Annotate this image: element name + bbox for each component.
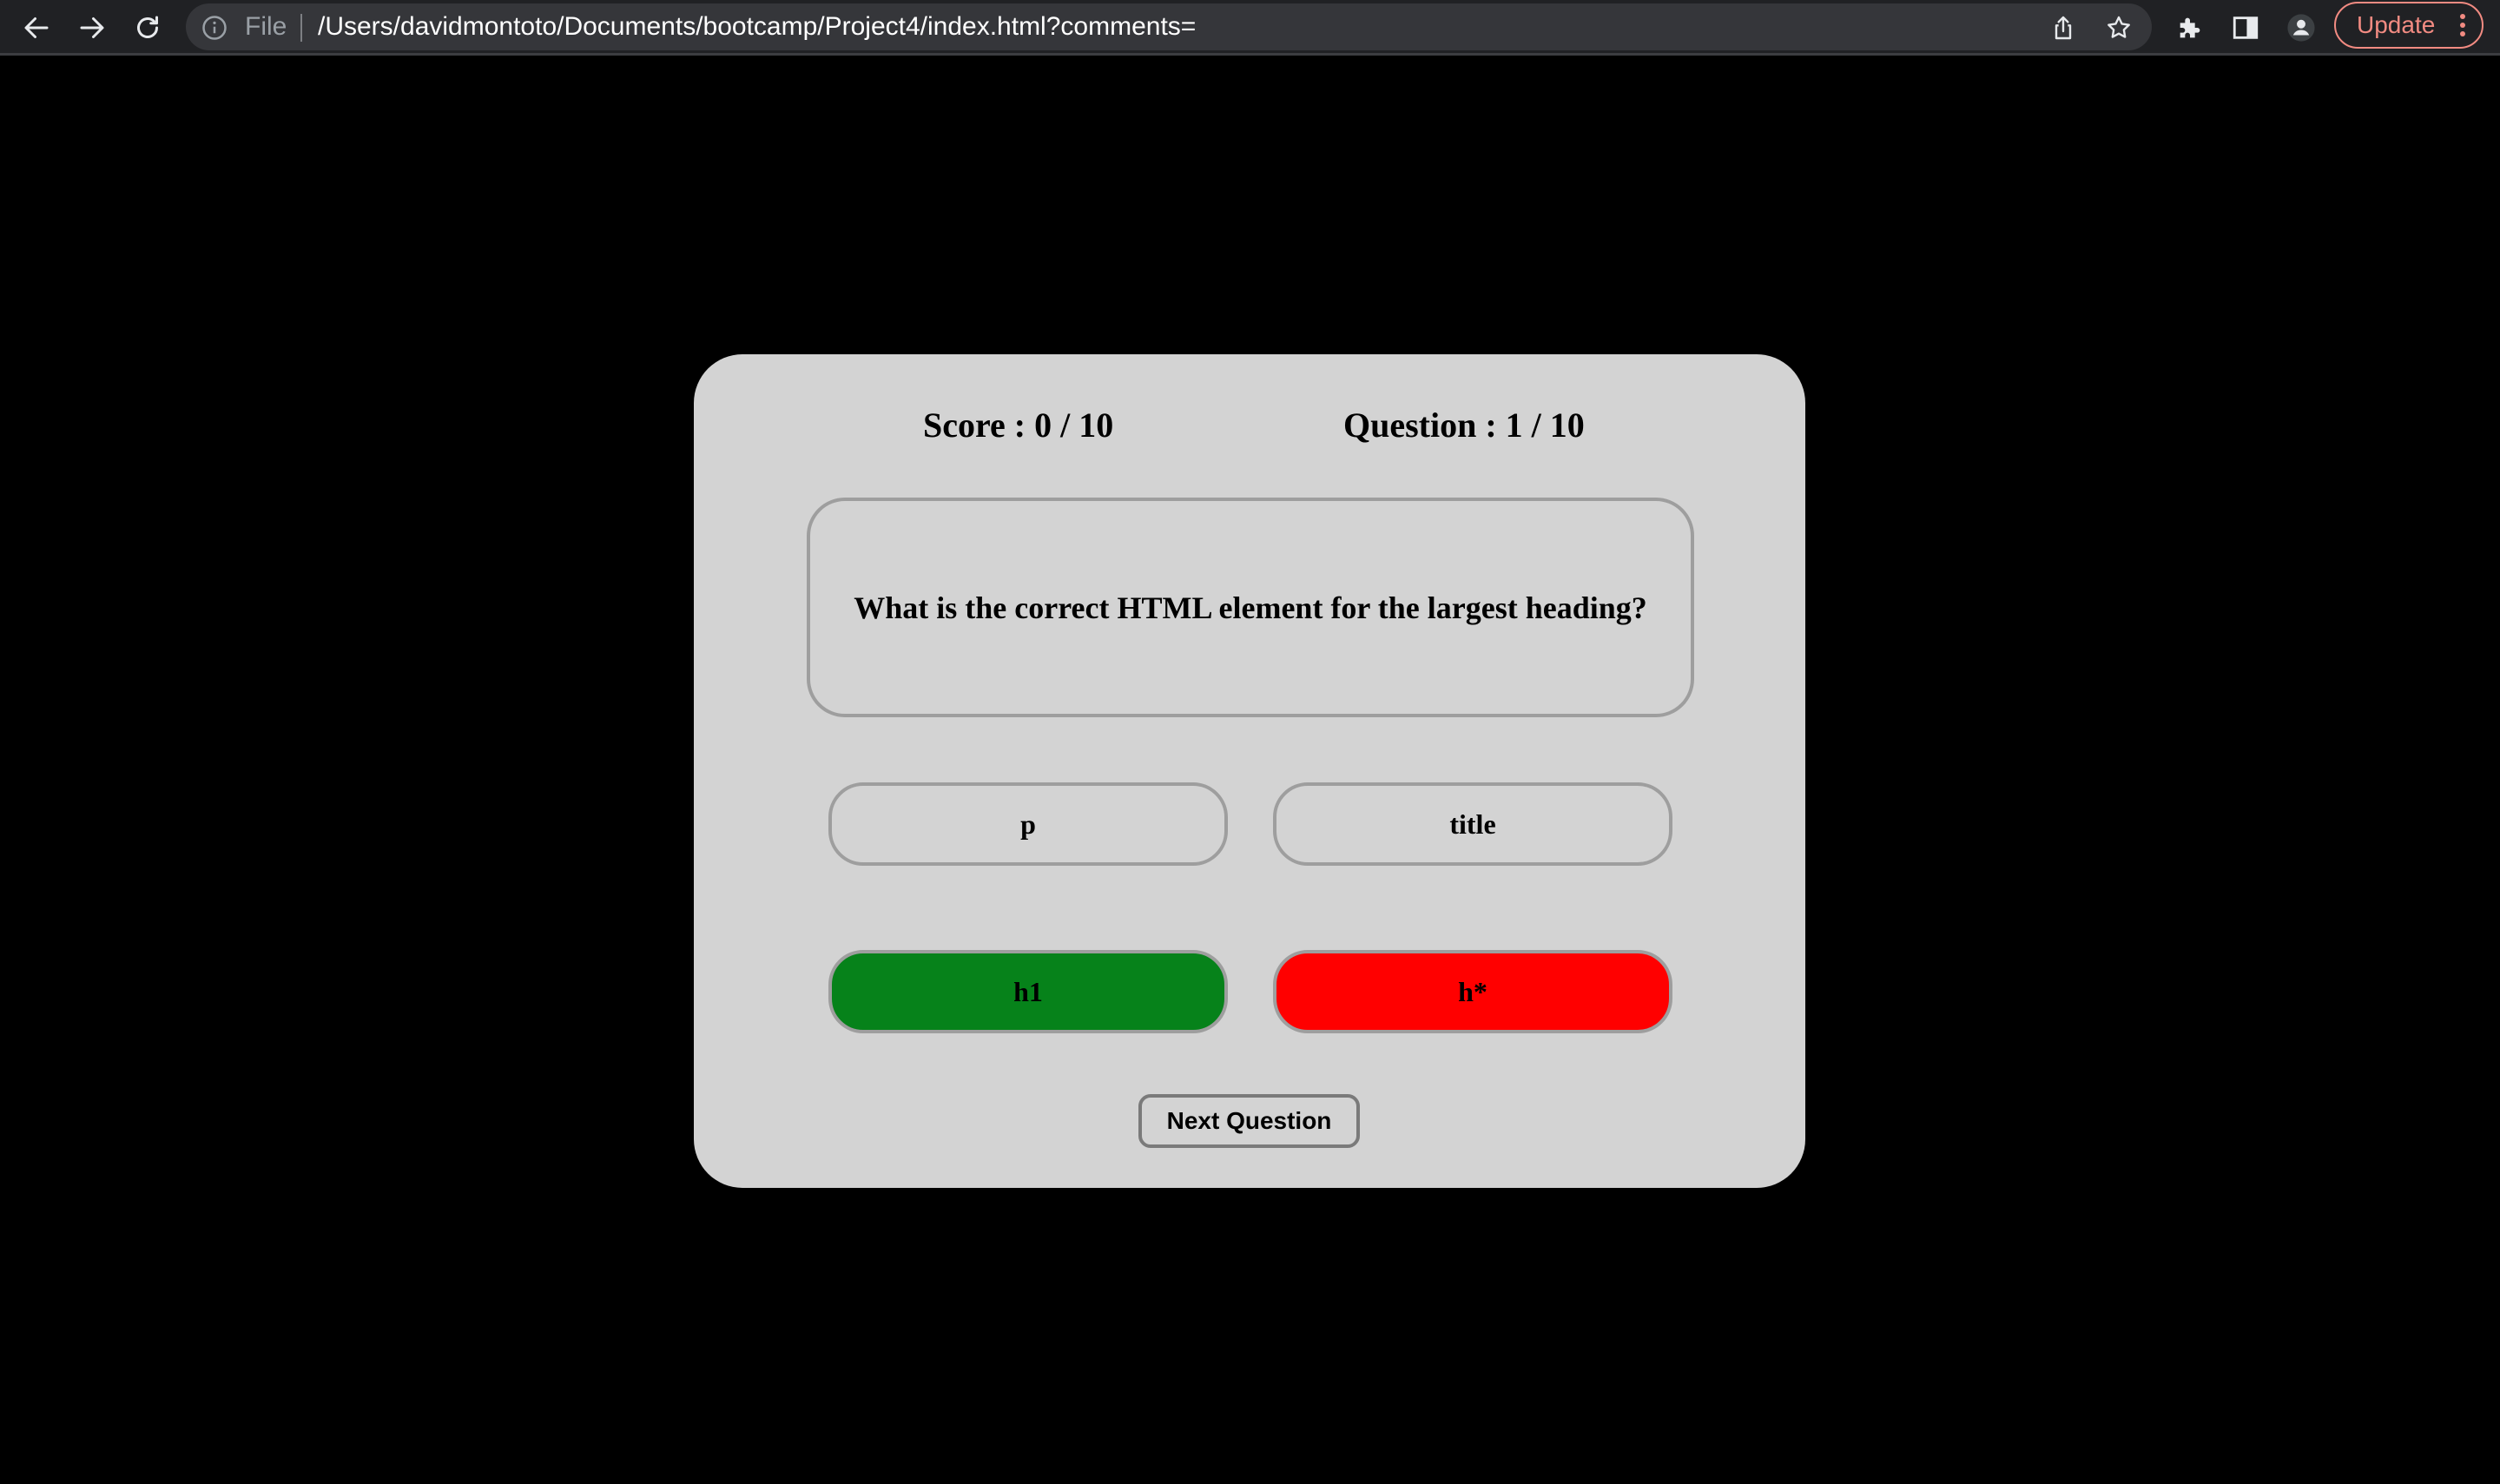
bookmark-button[interactable] [2101,10,2136,45]
reload-button[interactable] [125,5,170,50]
update-label: Update [2357,11,2436,38]
side-panel-button[interactable] [2225,7,2266,49]
extensions-button[interactable] [2169,7,2211,49]
browser-toolbar: File /Users/davidmontoto/Documents/bootc… [0,0,2500,56]
answer-button-3[interactable]: h1 [828,950,1228,1033]
score-label: Score : 0 / 10 [923,406,1114,445]
url-separator [300,14,302,42]
profile-icon [2287,14,2315,42]
address-bar[interactable]: File /Users/davidmontoto/Documents/bootc… [186,3,2152,50]
star-icon [2108,16,2130,38]
update-button[interactable]: Update [2334,2,2484,49]
back-arrow-icon [24,17,49,38]
kebab-menu-icon [2460,14,2465,36]
info-icon[interactable] [201,15,228,41]
question-box: What is the correct HTML element for the… [807,498,1694,717]
answer-button-1[interactable]: p [828,782,1228,866]
next-question-button[interactable]: Next Question [1138,1094,1360,1148]
forward-button[interactable] [69,5,115,50]
question-text: What is the correct HTML element for the… [854,590,1647,625]
url-text[interactable]: /Users/davidmontoto/Documents/bootcamp/P… [318,3,1196,50]
quiz-card: Score : 0 / 10 Question : 1 / 10 What is… [694,354,1805,1188]
answer-button-4[interactable]: h* [1273,950,1672,1033]
url-scheme-label: File [245,12,287,41]
puzzle-icon [2180,17,2200,38]
back-button[interactable] [14,5,59,50]
forward-arrow-icon [80,17,104,38]
profile-button[interactable] [2280,7,2322,49]
share-button[interactable] [2046,10,2081,45]
question-counter: Question : 1 / 10 [1343,406,1585,445]
reload-icon [137,16,158,38]
answer-button-2[interactable]: title [1273,782,1672,866]
share-icon [2055,16,2072,40]
side-panel-icon [2233,16,2259,39]
